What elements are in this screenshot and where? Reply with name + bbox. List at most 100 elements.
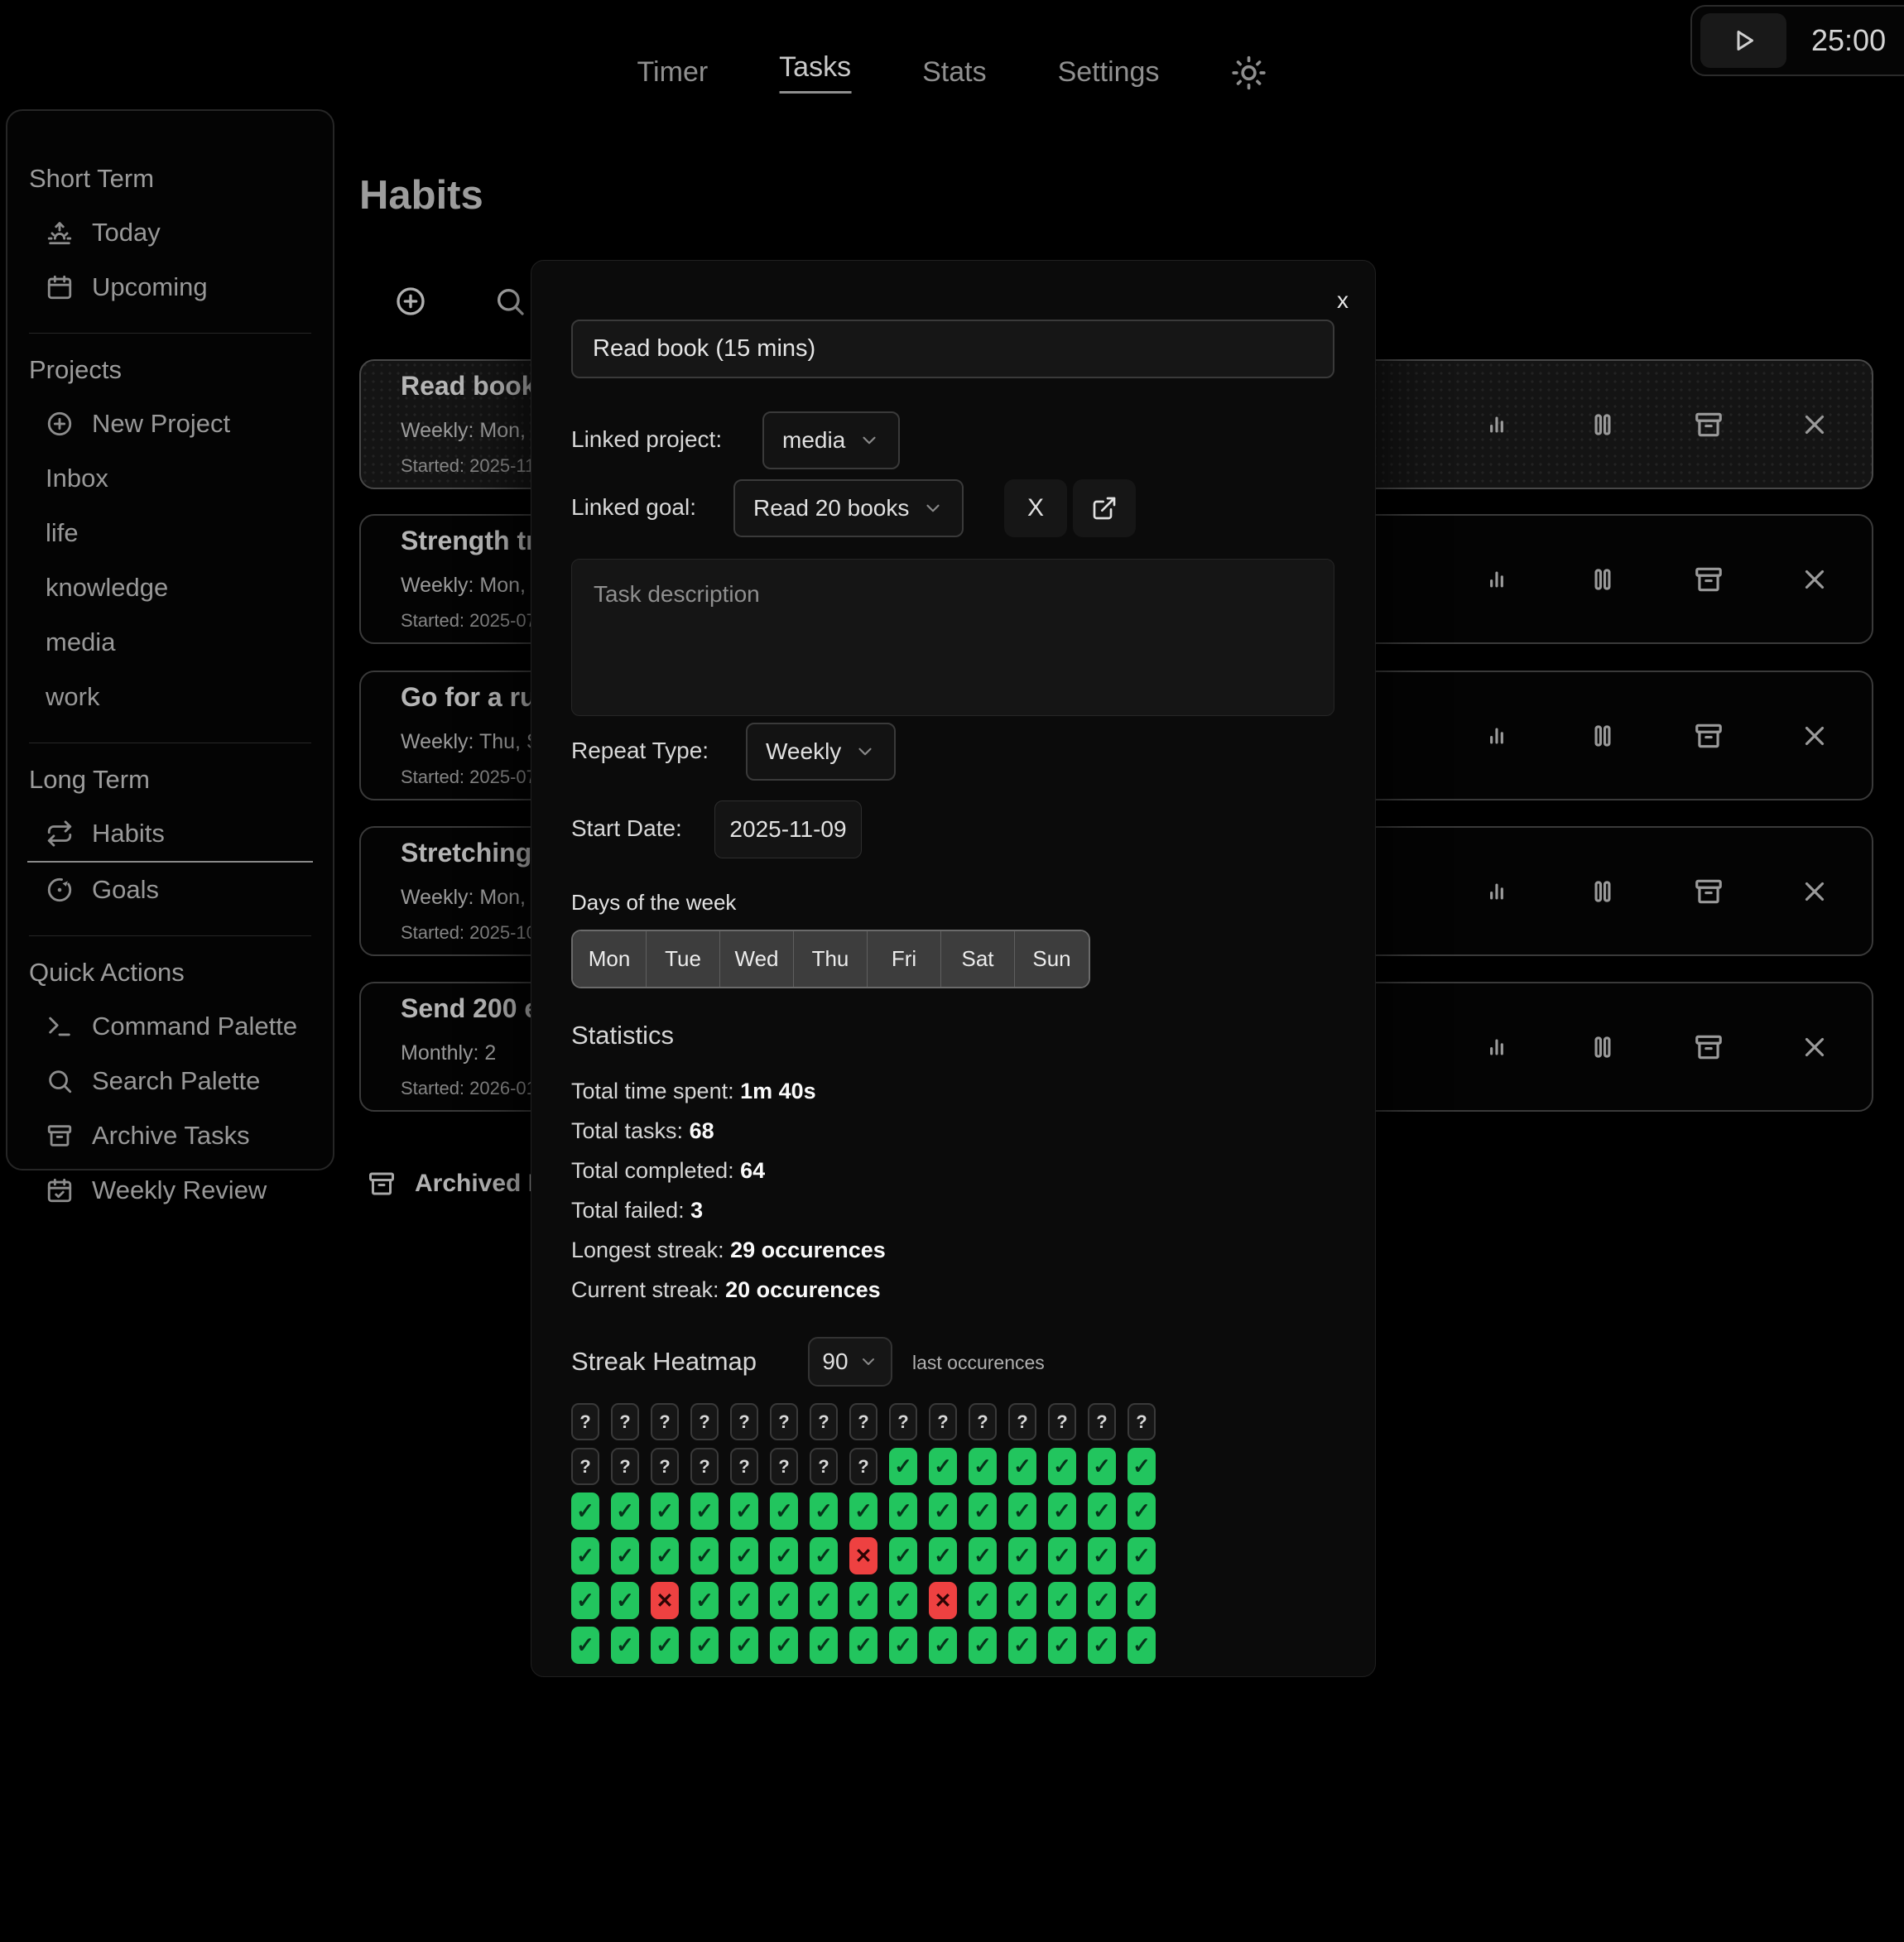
timer-widget: 25:00 <box>1690 5 1904 76</box>
heatmap-cell-completed: ✓ <box>571 1537 599 1574</box>
streak-heatmap-heading: Streak Heatmap <box>571 1347 757 1377</box>
play-button[interactable] <box>1700 13 1786 68</box>
tab-timer[interactable]: Timer <box>637 56 709 89</box>
pause-icon[interactable] <box>1587 876 1618 907</box>
close-icon[interactable] <box>1799 409 1830 440</box>
heatmap-cell-completed: ✓ <box>1127 1627 1156 1664</box>
search-icon[interactable] <box>493 285 526 318</box>
day-fri[interactable]: Fri <box>868 931 941 987</box>
statistics-heading: Statistics <box>571 1021 674 1050</box>
bar-chart-icon[interactable] <box>1481 409 1512 440</box>
sidebar-item-upcoming[interactable]: Upcoming <box>27 260 313 315</box>
stat-total-tasks: Total tasks: 68 <box>571 1118 886 1158</box>
sidebar-item-inbox[interactable]: Inbox <box>27 451 313 506</box>
archive-icon[interactable] <box>1693 409 1724 440</box>
task-description-input[interactable] <box>571 559 1334 716</box>
open-goal-button[interactable] <box>1073 479 1136 537</box>
habit-title-input[interactable] <box>571 320 1334 378</box>
heatmap-range-select[interactable]: 90 <box>808 1337 892 1387</box>
pause-icon[interactable] <box>1587 409 1618 440</box>
start-date-label: Start Date: <box>571 815 682 842</box>
sidebar-item-habits[interactable]: Habits <box>27 806 313 863</box>
close-icon[interactable]: x <box>1337 289 1349 312</box>
play-icon <box>1729 26 1758 55</box>
calendar-check-icon <box>46 1176 74 1204</box>
habit-card-title: Read book <box>401 371 536 401</box>
tab-stats[interactable]: Stats <box>922 56 986 89</box>
sidebar-item-knowledge[interactable]: knowledge <box>27 560 313 615</box>
day-sun[interactable]: Sun <box>1015 931 1089 987</box>
archive-icon <box>367 1169 397 1199</box>
archive-icon[interactable] <box>1693 1031 1724 1063</box>
bar-chart-icon[interactable] <box>1481 1031 1512 1063</box>
goal-icon <box>46 876 74 904</box>
habit-card-actions <box>1481 983 1830 1110</box>
circle-plus-icon[interactable] <box>394 285 427 318</box>
habit-card-title: Stretching ( <box>401 838 548 868</box>
close-icon[interactable] <box>1799 564 1830 595</box>
archive-icon[interactable] <box>1693 876 1724 907</box>
heatmap-cell-completed: ✓ <box>929 1493 957 1530</box>
day-mon[interactable]: Mon <box>573 931 647 987</box>
close-icon[interactable] <box>1799 1031 1830 1063</box>
sidebar-item-weekly-review[interactable]: Weekly Review <box>27 1163 313 1218</box>
heatmap-cell-completed: ✓ <box>1048 1537 1076 1574</box>
close-icon[interactable] <box>1799 876 1830 907</box>
sidebar-item-work[interactable]: work <box>27 670 313 724</box>
heatmap-cell-failed: ✕ <box>929 1582 957 1619</box>
start-date-picker[interactable]: 2025-11-09 <box>714 800 862 858</box>
day-sat[interactable]: Sat <box>941 931 1015 987</box>
heatmap-cell-unknown: ? <box>611 1403 639 1440</box>
repeat-type-select[interactable]: Weekly <box>746 723 896 781</box>
panel-collapse-icon[interactable] <box>265 134 300 169</box>
sidebar-item-label: Command Palette <box>92 1012 297 1041</box>
habits-toolbar <box>394 285 526 318</box>
linked-project-select[interactable]: media <box>762 411 900 469</box>
pause-icon[interactable] <box>1587 1031 1618 1063</box>
pause-icon[interactable] <box>1587 564 1618 595</box>
linked-goal-select[interactable]: Read 20 books <box>733 479 964 537</box>
day-wed[interactable]: Wed <box>720 931 794 987</box>
clear-goal-x-glyph: X <box>1027 494 1044 522</box>
tab-settings[interactable]: Settings <box>1058 56 1160 89</box>
sidebar-item-media[interactable]: media <box>27 615 313 670</box>
close-icon[interactable] <box>1799 720 1830 752</box>
heatmap-cell-completed: ✓ <box>730 1537 758 1574</box>
tab-tasks[interactable]: Tasks <box>779 51 851 94</box>
heatmap-cell-completed: ✓ <box>690 1537 719 1574</box>
day-thu[interactable]: Thu <box>794 931 868 987</box>
heatmap-cell-unknown: ? <box>770 1403 798 1440</box>
archive-icon[interactable] <box>1693 720 1724 752</box>
heatmap-range-value: 90 <box>822 1348 848 1375</box>
sidebar-item-label: Today <box>92 218 161 248</box>
sidebar-item-new-project[interactable]: New Project <box>27 397 313 451</box>
sidebar-item-archive-tasks[interactable]: Archive Tasks <box>27 1108 313 1163</box>
heatmap-cell-completed: ✓ <box>651 1537 679 1574</box>
section-title-projects: Projects <box>29 355 313 385</box>
heatmap-cell-unknown: ? <box>889 1403 917 1440</box>
archived-habits-toggle[interactable]: Archived H <box>367 1169 546 1199</box>
clear-goal-button[interactable]: X <box>1004 479 1067 537</box>
pause-icon[interactable] <box>1587 720 1618 752</box>
sidebar-item-search-palette[interactable]: Search Palette <box>27 1054 313 1108</box>
heatmap-cell-completed: ✓ <box>1008 1582 1036 1619</box>
bar-chart-icon[interactable] <box>1481 564 1512 595</box>
day-tue[interactable]: Tue <box>647 931 720 987</box>
sidebar-item-command-palette[interactable]: Command Palette <box>27 999 313 1054</box>
sidebar-item-today[interactable]: Today <box>27 205 313 260</box>
heatmap-cell-completed: ✓ <box>770 1537 798 1574</box>
calendar-icon <box>46 273 74 301</box>
heatmap-cell-completed: ✓ <box>1008 1627 1036 1664</box>
days-of-week-group: MonTueWedThuFriSatSun <box>571 930 1090 988</box>
habit-card-title: Send 200 e <box>401 993 539 1024</box>
sidebar-item-life[interactable]: life <box>27 506 313 560</box>
sun-icon[interactable] <box>1230 55 1267 91</box>
archive-icon[interactable] <box>1693 564 1724 595</box>
bar-chart-icon[interactable] <box>1481 720 1512 752</box>
sidebar-item-goals[interactable]: Goals <box>27 863 313 917</box>
habit-card-schedule: Weekly: Mon, T <box>401 886 544 910</box>
bar-chart-icon[interactable] <box>1481 876 1512 907</box>
sidebar-item-label: New Project <box>92 409 230 439</box>
heatmap-cell-completed: ✓ <box>969 1627 997 1664</box>
heatmap-cell-completed: ✓ <box>810 1493 838 1530</box>
